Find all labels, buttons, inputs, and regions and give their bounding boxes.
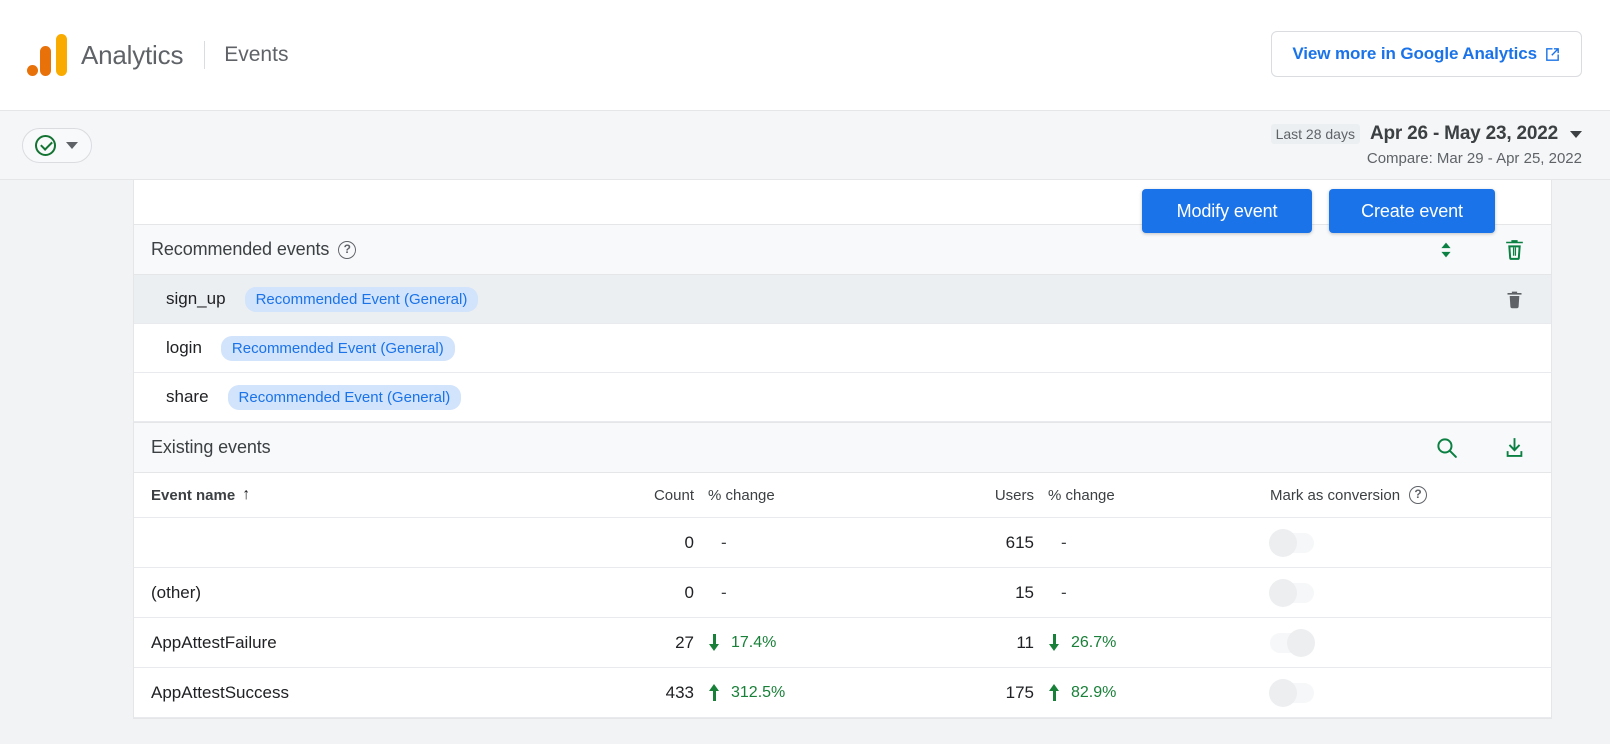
events-table-header: Event name ↑ Count % change Users % chan…	[134, 473, 1551, 518]
cell-users-change-value: 82.9%	[1071, 684, 1116, 702]
column-header-count-change[interactable]: % change	[694, 487, 854, 504]
recommended-events-title: Recommended events	[151, 239, 329, 260]
events-card: Modify event Create event Recommended ev…	[133, 180, 1552, 719]
column-header-users-change[interactable]: % change	[1034, 487, 1194, 504]
arrow-up-icon	[708, 684, 722, 701]
brand-divider	[204, 41, 205, 69]
brand-name: Analytics	[81, 40, 183, 71]
trash-icon[interactable]	[1501, 286, 1527, 312]
cell-users: 615	[854, 533, 1034, 553]
column-header-mark-as-conversion-label: Mark as conversion	[1270, 487, 1400, 504]
cell-event-name: AppAttestFailure	[151, 633, 581, 653]
cell-mark-as-conversion	[1194, 583, 1527, 603]
help-circle-icon[interactable]: ?	[338, 241, 356, 259]
cell-users-change: -	[1034, 583, 1194, 603]
cell-mark-as-conversion	[1194, 683, 1527, 703]
cell-users-change-value: -	[1048, 583, 1067, 603]
app-header: Analytics Events View more in Google Ana…	[0, 0, 1610, 111]
column-header-count[interactable]: Count	[581, 487, 694, 504]
mark-as-conversion-toggle[interactable]	[1270, 683, 1314, 703]
google-analytics-logo	[27, 34, 67, 76]
cell-mark-as-conversion	[1194, 633, 1527, 653]
column-header-event-name-label: Event name	[151, 487, 235, 504]
cell-count-change-value: 312.5%	[731, 684, 785, 702]
recommended-event-row[interactable]: sign_up Recommended Event (General)	[134, 275, 1551, 324]
existing-events-header: Existing events	[134, 422, 1551, 473]
date-range-chip: Last 28 days	[1271, 124, 1360, 144]
cell-users-change-value: 26.7%	[1071, 634, 1116, 652]
cell-users-change: 26.7%	[1034, 634, 1194, 652]
sort-updown-icon[interactable]	[1433, 237, 1459, 263]
cell-count: 433	[581, 683, 694, 703]
cell-count-change: -	[694, 583, 854, 603]
table-row[interactable]: AppAttestSuccess 433 312.5% 175 82.9%	[134, 668, 1551, 718]
cell-users-change: -	[1034, 533, 1194, 553]
recommended-event-name: sign_up	[166, 289, 226, 309]
page-title: Events	[224, 43, 288, 67]
cell-count-change-value: -	[708, 583, 727, 603]
cell-mark-as-conversion	[1194, 533, 1527, 553]
date-range-value: Apr 26 - May 23, 2022	[1370, 123, 1558, 145]
check-circle-icon	[35, 135, 56, 156]
table-row[interactable]: AppAttestFailure 27 17.4% 11 26.7%	[134, 618, 1551, 668]
chevron-down-icon	[66, 142, 78, 149]
cell-users: 11	[854, 633, 1034, 653]
recommended-event-row[interactable]: login Recommended Event (General)	[134, 324, 1551, 373]
comparison-status-button[interactable]	[22, 128, 92, 163]
cell-event-name: (other)	[151, 583, 581, 603]
cell-count: 27	[581, 633, 694, 653]
view-more-in-google-analytics-button[interactable]: View more in Google Analytics	[1271, 31, 1582, 77]
cell-count-change: -	[694, 533, 854, 553]
modify-event-button[interactable]: Modify event	[1142, 189, 1312, 233]
arrow-down-icon	[1048, 634, 1062, 651]
brand: Analytics Events	[27, 34, 288, 76]
cell-count: 0	[581, 583, 694, 603]
search-icon[interactable]	[1433, 435, 1459, 461]
table-row[interactable]: 0 - 615 -	[134, 518, 1551, 568]
cell-users-change: 82.9%	[1034, 684, 1194, 702]
external-link-icon	[1544, 46, 1561, 63]
recommended-event-tag: Recommended Event (General)	[221, 336, 455, 361]
recommended-event-row[interactable]: share Recommended Event (General)	[134, 373, 1551, 422]
download-icon[interactable]	[1501, 435, 1527, 461]
cell-count: 0	[581, 533, 694, 553]
cell-count-change-value: -	[708, 533, 727, 553]
column-header-users[interactable]: Users	[854, 487, 1034, 504]
view-more-label: View more in Google Analytics	[1292, 44, 1537, 64]
arrow-up-icon	[1048, 684, 1062, 701]
cell-count-change: 312.5%	[694, 684, 854, 702]
cell-users-change-value: -	[1048, 533, 1067, 553]
arrow-down-icon	[708, 634, 722, 651]
recommended-event-tag: Recommended Event (General)	[245, 287, 479, 312]
recommended-event-tag: Recommended Event (General)	[228, 385, 462, 410]
events-action-row: Modify event Create event	[134, 180, 1551, 224]
recommended-event-name: share	[166, 387, 209, 407]
mark-as-conversion-toggle[interactable]	[1270, 583, 1314, 603]
cell-users: 15	[854, 583, 1034, 603]
content-area: Modify event Create event Recommended ev…	[0, 180, 1610, 744]
table-row[interactable]: (other) 0 - 15 -	[134, 568, 1551, 618]
help-circle-icon[interactable]: ?	[1409, 486, 1427, 504]
cell-count-change-value: 17.4%	[731, 634, 776, 652]
cell-users: 175	[854, 683, 1034, 703]
cell-count-change: 17.4%	[694, 634, 854, 652]
sort-ascending-icon: ↑	[242, 486, 250, 504]
mark-as-conversion-toggle[interactable]	[1270, 533, 1314, 553]
chevron-down-icon	[1570, 131, 1582, 138]
date-compare-value: Compare: Mar 29 - Apr 25, 2022	[1271, 150, 1582, 167]
column-header-event-name[interactable]: Event name ↑	[151, 486, 581, 504]
create-event-button[interactable]: Create event	[1329, 189, 1495, 233]
mark-as-conversion-toggle[interactable]	[1270, 633, 1314, 653]
recommended-event-name: login	[166, 338, 202, 358]
trash-icon[interactable]	[1501, 237, 1527, 263]
column-header-mark-as-conversion: Mark as conversion ?	[1194, 486, 1527, 504]
cell-event-name: AppAttestSuccess	[151, 683, 581, 703]
date-range-selector[interactable]: Last 28 days Apr 26 - May 23, 2022 Compa…	[1271, 123, 1582, 167]
existing-events-title: Existing events	[151, 437, 271, 458]
date-toolbar: Last 28 days Apr 26 - May 23, 2022 Compa…	[0, 111, 1610, 180]
